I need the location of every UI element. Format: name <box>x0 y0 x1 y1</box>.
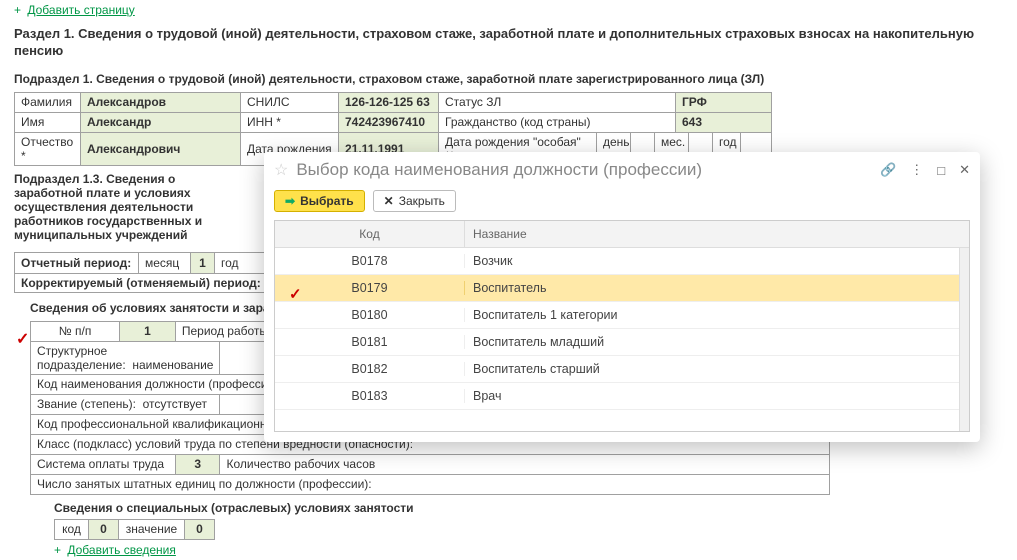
modal-title: Выбор кода наименования должности (профе… <box>296 160 880 180</box>
add-sved-link[interactable]: + Добавить сведения <box>54 540 1017 560</box>
special-table: код 0 значение 0 <box>54 519 215 540</box>
np-label: № п/п <box>31 321 120 341</box>
name-label: Имя <box>15 112 81 132</box>
grid-row[interactable]: B0179✓Воспитатель <box>275 275 959 302</box>
row-code: B0182 <box>275 362 465 376</box>
select-button[interactable]: ➡ Выбрать <box>274 190 365 212</box>
sub13-title: Подраздел 1.3. Сведения о заработной пла… <box>0 166 260 248</box>
row-code: B0179✓ <box>275 281 465 295</box>
maximize-icon[interactable]: □ <box>937 163 945 178</box>
paysys-label: Система оплаты труда <box>31 454 176 474</box>
snils-label: СНИЛС <box>241 92 339 112</box>
period-year-label: год <box>215 253 245 273</box>
grid-row[interactable]: B0178Возчик <box>275 248 959 275</box>
grf-label: ГРФ <box>676 92 772 112</box>
special-title: Сведения о специальных (отраслевых) усло… <box>54 501 1017 519</box>
row-code: B0178 <box>275 254 465 268</box>
pos-count-label: Число занятых штатных единиц по должност… <box>31 474 830 494</box>
grid-body[interactable]: B0178ВозчикB0179✓ВоспитательB0180Воспита… <box>275 248 959 431</box>
add-page-link[interactable]: + Добавить страницу <box>0 0 1017 20</box>
inn-label: ИНН * <box>241 112 339 132</box>
rank-label: Звание (степень): отсутствует <box>31 394 220 414</box>
plus-icon: + <box>14 3 21 17</box>
check-icon: ✓ <box>289 285 302 303</box>
inn-value[interactable]: 742423967410 <box>339 112 439 132</box>
add-sved-text[interactable]: Добавить сведения <box>67 543 176 557</box>
row-name: Воспитатель младший <box>465 335 959 349</box>
modal-grid: Код Название B0178ВозчикB0179✓Воспитател… <box>274 220 970 432</box>
np-value[interactable]: 1 <box>120 321 176 341</box>
col-code-header[interactable]: Код <box>275 221 465 247</box>
family-label: Фамилия <box>15 92 81 112</box>
paysys-value[interactable]: 3 <box>175 454 220 474</box>
sp-code-label: код <box>55 519 89 539</box>
select-code-modal: ☆ Выбор кода наименования должности (про… <box>264 152 980 442</box>
col-name-header[interactable]: Название <box>465 221 969 247</box>
sp-code[interactable]: 0 <box>89 519 119 539</box>
sp-value-label: значение <box>119 519 185 539</box>
row-name: Возчик <box>465 254 959 268</box>
grid-row[interactable]: B0181Воспитатель младший <box>275 329 959 356</box>
otch-value[interactable]: Александрович <box>81 132 241 165</box>
row-code: B0181 <box>275 335 465 349</box>
select-arrow-icon: ➡ <box>285 194 295 208</box>
row-code: B0183 <box>275 389 465 403</box>
close-button-label: Закрыть <box>399 194 445 208</box>
plus-icon: + <box>54 543 61 557</box>
row-name: Воспитатель 1 категории <box>465 308 959 322</box>
close-x-icon: ✕ <box>384 194 394 208</box>
red-check-icon: ✓ <box>16 329 29 349</box>
period-month-label: месяц <box>139 253 191 273</box>
struct-label: Структурное подразделение: наименование <box>31 341 220 374</box>
family-value[interactable]: Александров <box>81 92 241 112</box>
sp-value[interactable]: 0 <box>185 519 215 539</box>
star-icon[interactable]: ☆ <box>274 160 288 180</box>
grid-row[interactable]: B0180Воспитатель 1 категории <box>275 302 959 329</box>
close-button[interactable]: ✕ Закрыть <box>373 190 456 212</box>
grid-row[interactable]: B0183Врач <box>275 383 959 410</box>
row-name: Воспитатель старший <box>465 362 959 376</box>
sub1-title: Подраздел 1. Сведения о трудовой (иной) … <box>0 66 1017 92</box>
link-icon[interactable]: 🔗 <box>880 162 896 178</box>
section-title: Раздел 1. Сведения о трудовой (иной) дея… <box>0 20 1017 66</box>
row-name: Воспитатель <box>465 281 959 295</box>
period-month[interactable]: 1 <box>191 253 215 273</box>
period-label: Отчетный период: <box>15 253 139 273</box>
citiz-label: Гражданство (код страны) <box>439 112 676 132</box>
row-code: B0180 <box>275 308 465 322</box>
select-button-label: Выбрать <box>300 194 354 208</box>
row-name: Врач <box>465 389 959 403</box>
add-page-text[interactable]: Добавить страницу <box>27 3 134 17</box>
grid-row[interactable]: B0182Воспитатель старший <box>275 356 959 383</box>
more-icon[interactable]: ⋮ <box>910 162 923 178</box>
scrollbar[interactable] <box>959 248 969 431</box>
close-icon[interactable]: ✕ <box>959 162 970 178</box>
citiz-value[interactable]: 643 <box>676 112 772 132</box>
status-label: Статус ЗЛ <box>439 92 676 112</box>
count-label: Количество рабочих часов <box>220 454 830 474</box>
otch-label: Отчество * <box>15 132 81 165</box>
name-value[interactable]: Александр <box>81 112 241 132</box>
snils-value[interactable]: 126-126-125 63 <box>339 92 439 112</box>
